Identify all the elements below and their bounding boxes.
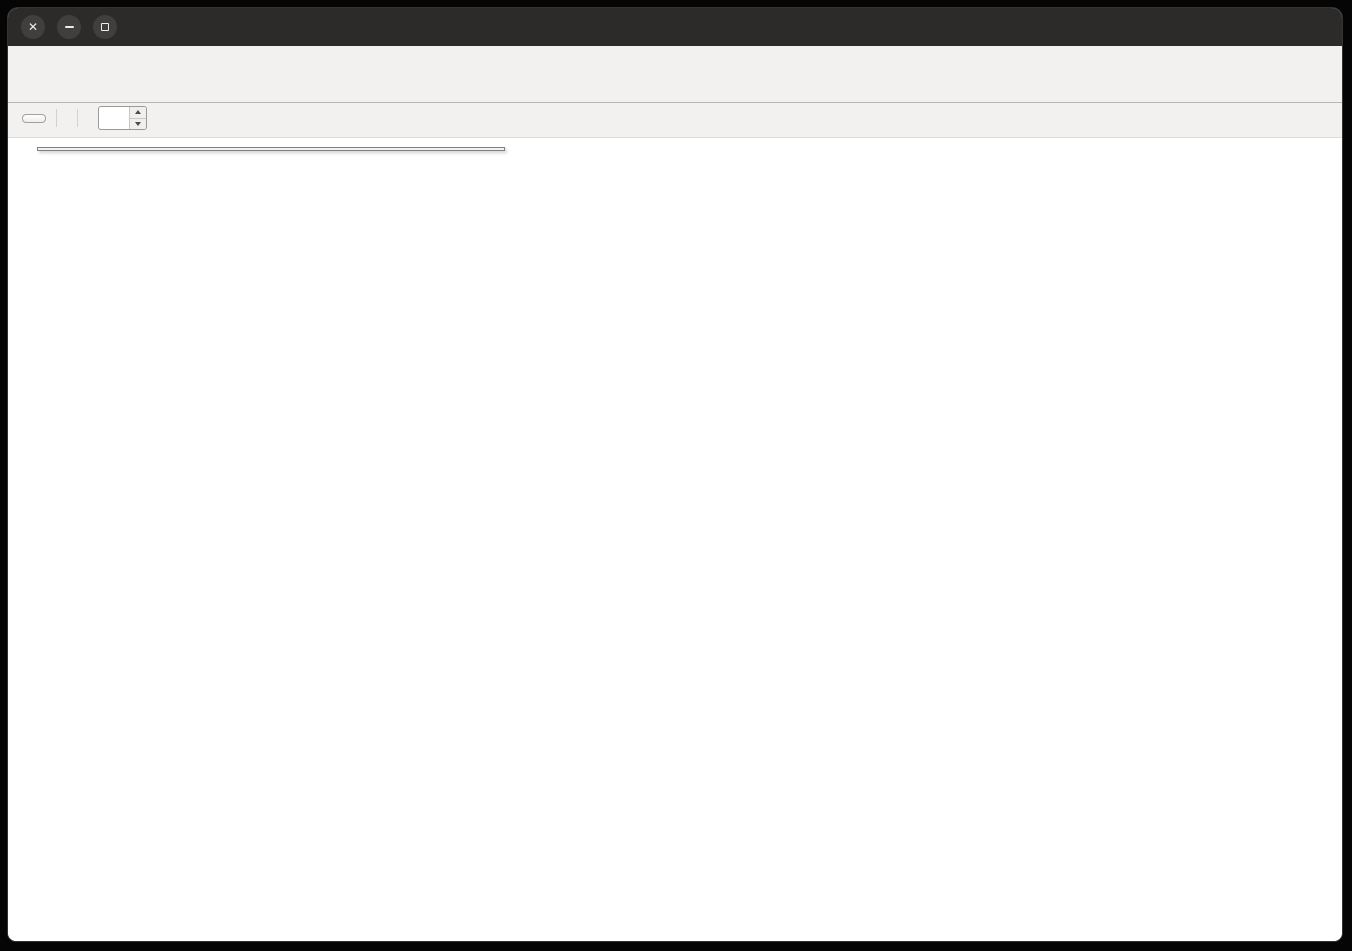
arrow-down-icon [135,122,141,126]
minimize-icon [65,26,74,28]
spinner-down-button[interactable] [130,118,146,130]
window-controls: ✕ [21,15,117,39]
titlebar[interactable]: ✕ [8,8,1342,46]
app-window: ✕ [8,8,1342,941]
export-as-button[interactable] [22,114,46,123]
stacked-diagrams-spinner[interactable] [98,106,147,130]
toolbar-separator [77,109,78,127]
close-button[interactable]: ✕ [21,15,45,39]
menubar [8,46,1342,73]
spinner-up-button[interactable] [130,107,146,118]
tab-bar [8,73,1342,103]
arrow-up-icon [135,110,141,114]
toolbar [8,103,1342,138]
memory-consumption-chart[interactable] [8,138,1342,941]
spinner-buttons [129,107,146,129]
spinner-value [99,107,129,129]
close-icon: ✕ [28,21,38,33]
chart-area [8,138,1342,941]
toolbar-separator [56,109,57,127]
chart-legend [37,147,505,151]
maximize-icon [101,23,109,31]
minimize-button[interactable] [57,15,81,39]
maximize-button[interactable] [93,15,117,39]
